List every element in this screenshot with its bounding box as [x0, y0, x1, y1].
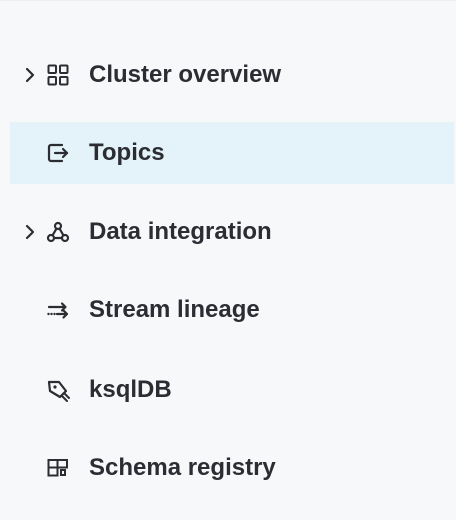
sidebar-item-label: Schema registry [89, 454, 276, 481]
sidebar-item-label: ksqlDB [89, 376, 172, 403]
sidebar-item-label: Topics [89, 139, 165, 166]
sidebar-nav: Cluster overview Topics Data integration [0, 0, 456, 520]
sidebar-item-data-integration[interactable]: Data integration [10, 201, 454, 263]
sidebar-item-schema-registry[interactable]: Schema registry [10, 437, 454, 499]
sidebar-item-stream-lineage[interactable]: Stream lineage [10, 279, 454, 341]
sidebar-item-label: Stream lineage [89, 296, 260, 323]
grid-icon [46, 63, 70, 87]
sidebar-item-ksqldb[interactable]: ksqlDB [10, 359, 454, 421]
connector-icon [46, 220, 70, 244]
ksqldb-icon [46, 378, 70, 402]
sidebar-item-label: Cluster overview [89, 61, 282, 88]
sidebar-item-cluster-overview[interactable]: Cluster overview [10, 44, 454, 106]
chevron-right-icon[interactable] [24, 224, 36, 240]
topics-icon [46, 141, 70, 165]
chevron-right-icon[interactable] [24, 67, 36, 83]
lineage-icon [46, 298, 70, 322]
sidebar-item-label: Data integration [89, 218, 272, 245]
schema-icon [46, 456, 70, 480]
sidebar-item-topics[interactable]: Topics [10, 122, 454, 184]
